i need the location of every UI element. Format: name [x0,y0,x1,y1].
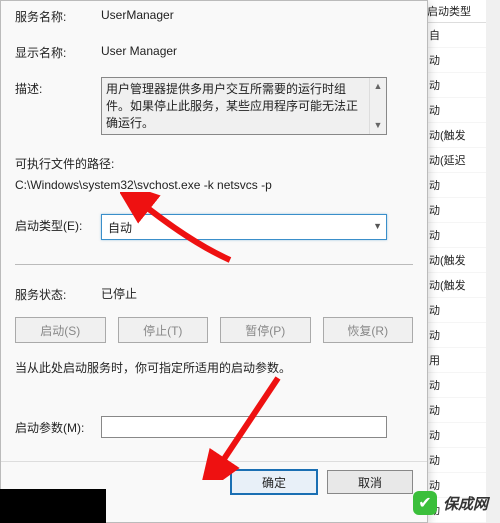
description-text: 用户管理器提供多用户交互所需要的运行时组件。如果停止此服务，某些应用程序可能无法… [106,81,382,131]
start-params-label: 启动参数(M): [15,416,101,436]
startup-type-selected-value: 自动 [108,219,132,236]
service-name-label: 服务名称: [15,5,101,25]
scroll-down-icon[interactable]: ▼ [370,117,386,134]
stop-button[interactable]: 停止(T) [118,317,209,343]
exe-path-value: C:\Windows\system32\svchost.exe -k netsv… [15,176,413,192]
ok-button[interactable]: 确定 [231,470,317,494]
bottom-black-bar [0,489,106,523]
startup-type-dropdown[interactable]: 自动 ▼ [101,214,387,240]
scroll-up-icon[interactable]: ▲ [370,78,386,95]
description-textarea[interactable]: 用户管理器提供多用户交互所需要的运行时组件。如果停止此服务，某些应用程序可能无法… [101,77,387,135]
display-name-value: User Manager [101,41,177,58]
background-services-list: 启动类型 自动动动动(触发动(延迟动动动动(触发动(触发动动用动动动动动动 [422,0,500,523]
resume-button[interactable]: 恢复(R) [323,317,414,343]
watermark-text: 保成网 [443,493,488,514]
startup-type-label: 启动类型(E): [15,214,101,234]
service-state-value: 已停止 [101,285,137,302]
start-params-tip: 当从此处启动服务时，你可指定所适用的启动参数。 [15,359,413,376]
desc-scrollbar[interactable]: ▲ ▼ [369,78,386,134]
divider [15,264,413,265]
start-button[interactable]: 启动(S) [15,317,106,343]
display-name-label: 显示名称: [15,41,101,61]
cancel-button[interactable]: 取消 [327,470,413,494]
service-state-label: 服务状态: [15,283,101,303]
exe-path-label: 可执行文件的路径: [15,155,413,172]
pause-button[interactable]: 暂停(P) [220,317,311,343]
service-properties-dialog: 服务名称: UserManager 显示名称: User Manager 描述:… [0,0,428,523]
chevron-down-icon: ▼ [373,221,382,231]
description-label: 描述: [15,77,101,97]
list-scrollbar[interactable] [486,0,500,523]
service-name-value: UserManager [101,5,174,22]
shield-check-icon: ✔ [413,491,437,515]
watermark-logo: ✔ 保成网 [413,491,488,515]
dialog-bottom-divider [1,461,427,462]
start-params-input[interactable] [101,416,387,438]
